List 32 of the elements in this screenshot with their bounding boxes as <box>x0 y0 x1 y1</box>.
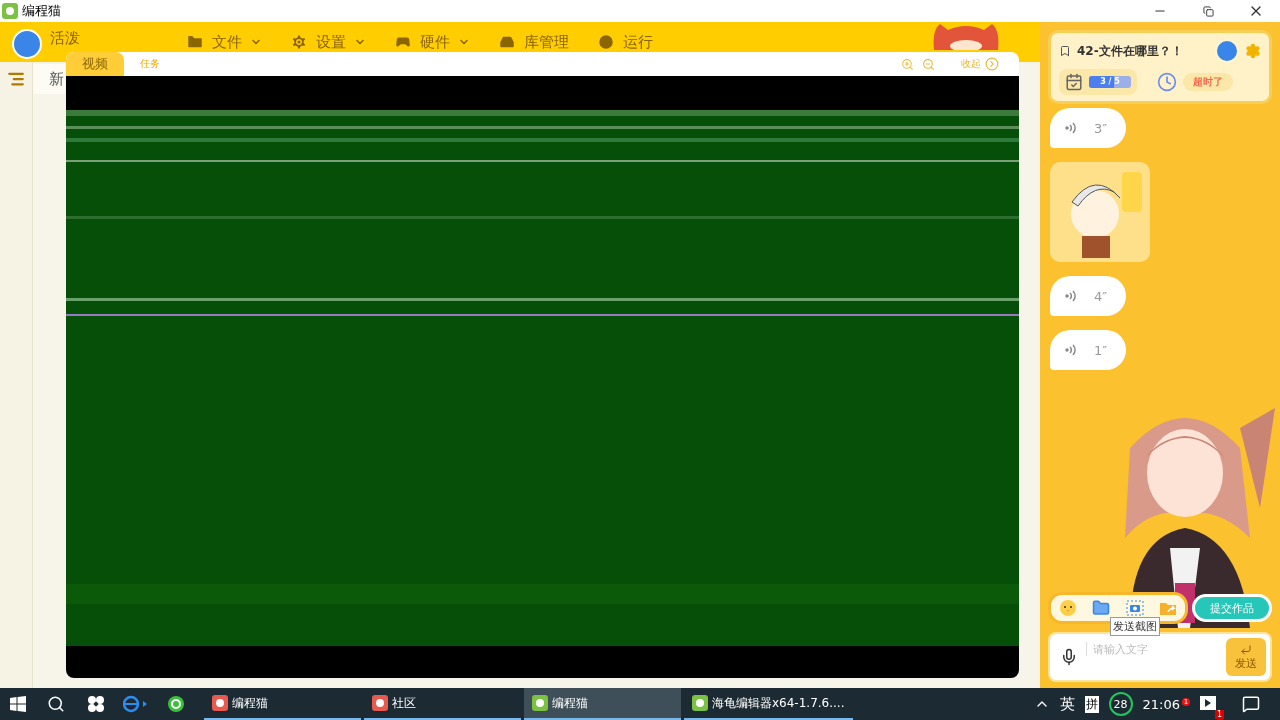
voice-duration: 1″ <box>1094 342 1108 358</box>
progress-text: 3 / 5 <box>1099 76 1121 88</box>
clock-time[interactable]: 21:06 <box>1142 696 1180 712</box>
taskbar-app[interactable]: 编程猫 <box>204 688 361 720</box>
menu-item[interactable]: 运行 <box>597 32 653 52</box>
security-badge[interactable]: 28 <box>1108 692 1133 716</box>
status-label: 超时了 <box>1183 73 1233 91</box>
voice-message[interactable]: 4″ <box>1050 276 1126 316</box>
voice-duration: 3″ <box>1094 120 1108 136</box>
window-title: 编程猫 <box>22 2 62 20</box>
editor-tab[interactable]: 新 <box>33 64 65 94</box>
message-input[interactable]: 请输入文字 发送 <box>1048 632 1272 682</box>
input-mode[interactable]: 拼 <box>1084 695 1099 713</box>
menu-item[interactable]: 文件 <box>186 32 262 52</box>
taskbar-app[interactable]: 海龟编辑器x64-1.7.6.... <box>684 688 853 720</box>
notification-badge: 1 <box>1214 709 1224 719</box>
panel-tab[interactable]: 任务 <box>124 52 176 76</box>
voice-duration: 4″ <box>1094 288 1108 304</box>
input-language[interactable]: 英 <box>1059 694 1075 714</box>
submit-button[interactable]: 提交作品 <box>1192 594 1272 622</box>
send-button[interactable]: 发送 <box>1226 638 1266 676</box>
menu-item[interactable]: 库管理 <box>498 32 569 52</box>
taskbar-app[interactable]: 社区 <box>364 688 521 720</box>
tooltip: 发送截图 <box>1110 617 1160 636</box>
menu-item[interactable]: 设置 <box>290 32 366 52</box>
menu-item[interactable]: 硬件 <box>394 32 470 52</box>
taskbar-app[interactable]: 编程猫 <box>524 688 681 720</box>
user-name[interactable]: 活泼 <box>50 29 80 48</box>
task-title: 42-文件在哪里？！ <box>1077 42 1184 60</box>
voice-message[interactable]: 1″ <box>1050 330 1126 370</box>
panel-tab[interactable]: 视频 <box>66 52 124 76</box>
voice-message[interactable]: 3″ <box>1050 108 1126 148</box>
